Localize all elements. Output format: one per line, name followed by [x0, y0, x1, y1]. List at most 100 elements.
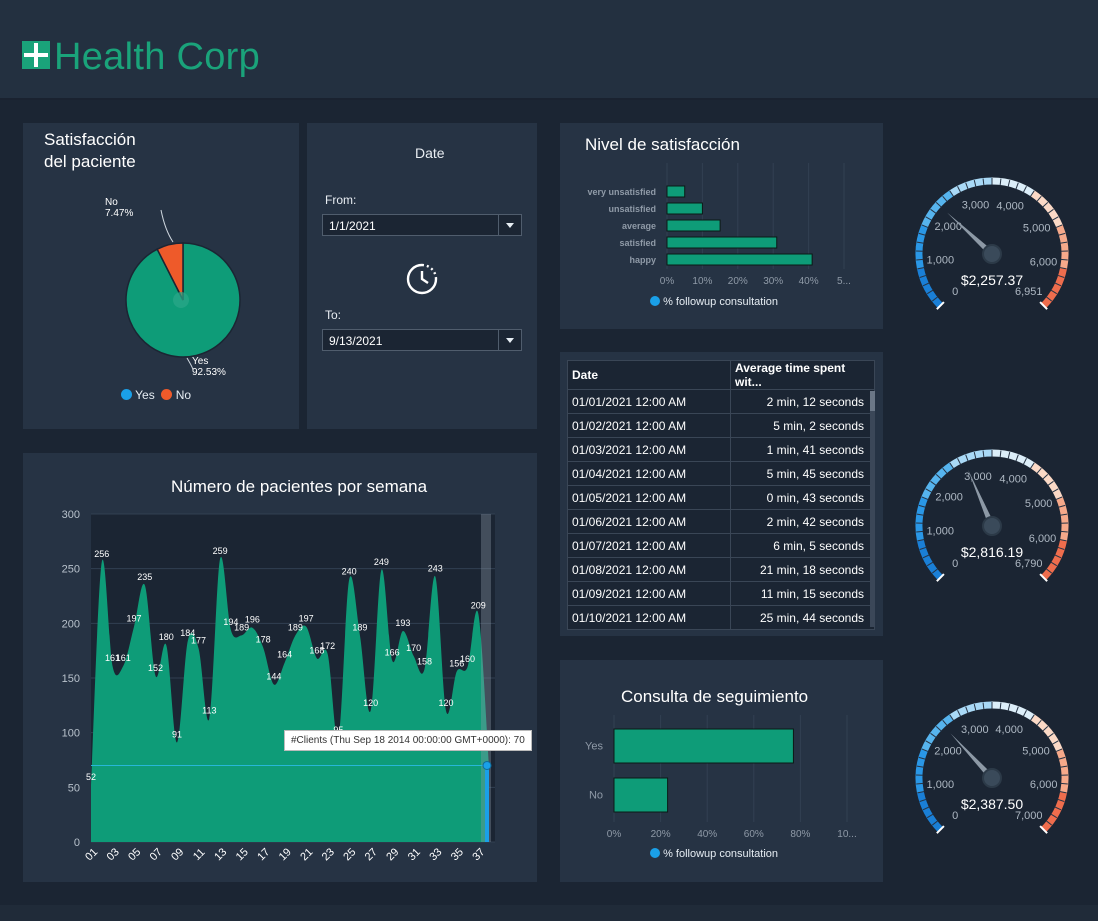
data-label: 158: [417, 656, 432, 666]
category-label: average: [622, 221, 656, 231]
category-label: very unsatisfied: [587, 187, 656, 197]
pie-value-no: 7.47%: [105, 208, 133, 219]
x-tick-label: 80%: [790, 829, 810, 840]
x-tick-label: 0%: [660, 276, 675, 287]
date-column-header[interactable]: Date: [567, 360, 731, 390]
followup-legend-label: % followup consultation: [663, 848, 779, 860]
data-label: 161: [116, 653, 131, 663]
chart-tooltip: #Clients (Thu Sep 18 2014 00:00:00 GMT+0…: [284, 730, 532, 751]
clock-icon: [406, 263, 438, 295]
to-date-select[interactable]: 9/13/2021: [322, 329, 522, 351]
from-date-select[interactable]: 1/1/2021: [322, 214, 522, 236]
x-tick-label: 19: [277, 846, 294, 863]
to-dropdown-button[interactable]: [498, 330, 521, 350]
table-scrollbar[interactable]: [870, 391, 875, 627]
gauges-column: 01,0002,0003,000 4,0005,0006,0006,951$2,2…: [915, 177, 1069, 834]
table-row[interactable]: 01/05/2021 12:00 AM 0 min, 43 seconds: [567, 485, 875, 510]
x-tick-label: 15: [234, 846, 251, 863]
from-dropdown-button[interactable]: [498, 215, 521, 235]
gauge-2: 01,0002,0003,000 4,0005,0006,0006,790$2,8…: [915, 449, 1069, 582]
gauge-tick-label: 3,000: [962, 200, 990, 212]
gauge-value-label: $2,387.50: [961, 796, 1023, 812]
table-row[interactable]: 01/08/2021 12:00 AM 21 min, 18 seconds: [567, 557, 875, 582]
gauge-tick: [916, 258, 924, 261]
bar-no: [613, 777, 669, 813]
x-tick-label: 33: [427, 846, 444, 863]
avg-time-cell: 5 min, 45 seconds: [730, 461, 875, 486]
satisfaction-pie-chart: No7.47% Yes92.53%: [105, 197, 241, 378]
legend-yes-marker: [121, 389, 132, 400]
date-cell: 01/09/2021 12:00 AM: [567, 581, 731, 606]
gauge-arc-segment: [1041, 267, 1068, 309]
x-tick-label: 05: [126, 846, 143, 863]
data-label: 166: [385, 648, 400, 658]
gauge-value-label: $2,816.19: [961, 544, 1023, 560]
data-label: 172: [320, 641, 335, 651]
gauge-tick-label: 2,000: [935, 492, 963, 504]
followup-panel: Consulta de seguimiento 0% 20% 40% 60% 80% 10…: [560, 660, 883, 882]
x-tick-label: 03: [105, 846, 122, 863]
pie-leader-no: [160, 209, 174, 243]
avg-time-cell: 1 min, 41 seconds: [730, 437, 875, 462]
gauge-tick-label: 5,000: [1022, 745, 1050, 757]
y-tick-label: 150: [62, 673, 80, 685]
table-row[interactable]: 01/01/2021 12:00 AM 2 min, 12 seconds: [567, 389, 875, 414]
x-tick-label: 31: [406, 846, 423, 863]
date-cell: 01/07/2021 12:00 AM: [567, 533, 731, 558]
table-scrollbar-thumb[interactable]: [870, 391, 875, 411]
data-label: 243: [428, 563, 443, 573]
data-label: 209: [471, 600, 486, 610]
x-tick-label: 10%: [692, 276, 712, 287]
followup-legend: % followup consultation: [650, 848, 778, 860]
y-tick-label: 0: [74, 837, 80, 849]
date-cell: 01/10/2021 12:00 AM: [567, 605, 731, 630]
x-tick-label: 10...: [837, 829, 856, 840]
gauge-tick-label: 4,000: [995, 724, 1023, 736]
x-tick-label: 23: [320, 846, 337, 863]
data-label: 91: [172, 730, 182, 740]
gauge-tick: [916, 782, 924, 785]
avg-time-cell: 2 min, 42 seconds: [730, 509, 875, 534]
category-label: unsatisfied: [608, 204, 656, 214]
table-row[interactable]: 01/07/2021 12:00 AM 6 min, 5 seconds: [567, 533, 875, 558]
gauge-1: 01,0002,0003,000 4,0005,0006,0006,951$2,2…: [915, 177, 1069, 310]
data-label: 120: [363, 698, 378, 708]
gauge-arc-segment: [916, 267, 943, 309]
gauge-hub: [982, 768, 1002, 788]
x-tick-label: 01: [83, 846, 100, 863]
hover-point: [482, 760, 492, 770]
health-cross-icon: [22, 41, 50, 69]
x-tick-label: 20%: [728, 276, 748, 287]
legend-no-label: No: [175, 388, 192, 402]
gauge-value-label: $2,257.37: [961, 272, 1023, 288]
category-label: Yes: [585, 741, 603, 753]
data-label: 113: [202, 705, 216, 715]
gauge-arc-segment: [1056, 748, 1069, 793]
to-date-value: 9/13/2021: [329, 334, 383, 348]
table-row[interactable]: 01/02/2021 12:00 AM 5 min, 2 seconds: [567, 413, 875, 438]
table-row[interactable]: 01/03/2021 12:00 AM 1 min, 41 seconds: [567, 437, 875, 462]
table-row[interactable]: 01/10/2021 12:00 AM 25 min, 44 seconds: [567, 605, 875, 630]
x-tick-label: 27: [363, 846, 380, 863]
table-row[interactable]: 01/06/2021 12:00 AM 2 min, 42 seconds: [567, 509, 875, 534]
gauge-tick: [1060, 258, 1068, 261]
y-tick-label: 100: [62, 728, 80, 740]
category-label: satisfied: [619, 238, 656, 248]
data-label: 180: [159, 632, 174, 642]
nivel-legend: % followup consultation: [650, 296, 778, 308]
from-date-value: 1/1/2021: [329, 219, 376, 233]
x-tick-label: 5...: [837, 276, 851, 287]
app-title: Health Corp: [54, 36, 261, 78]
table-row[interactable]: 01/04/2021 12:00 AM 5 min, 45 seconds: [567, 461, 875, 486]
x-tick-label: 40%: [799, 276, 819, 287]
gauge-tick-label: 6,000: [1029, 533, 1057, 545]
data-label: 160: [460, 654, 475, 664]
table-row[interactable]: 01/09/2021 12:00 AM 11 min, 15 seconds: [567, 581, 875, 606]
gauge-tick-label: 6,000: [1030, 779, 1058, 791]
data-label: 259: [213, 546, 228, 556]
x-tick-label: 40%: [697, 829, 717, 840]
avg-time-cell: 2 min, 12 seconds: [730, 389, 875, 414]
avg-time-column-header[interactable]: Average time spent wit...: [730, 360, 875, 390]
nivel-legend-marker: [650, 296, 660, 306]
gauge-tick-label: 5,000: [1023, 222, 1051, 234]
